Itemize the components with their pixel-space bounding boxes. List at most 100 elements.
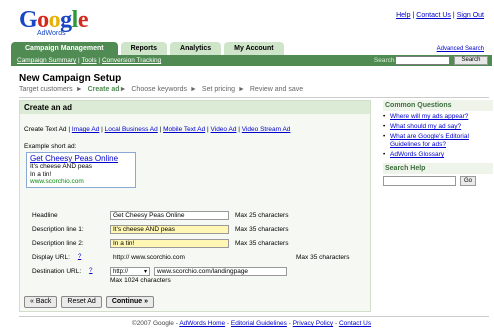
step-set-pricing: Set pricing [201,86,235,93]
logo-letter: G [19,7,38,33]
help-link[interactable]: Help [396,12,410,19]
tab-campaign-management[interactable]: Campaign Management [11,42,118,55]
description-line2-limit: Max 35 characters [235,240,289,247]
common-questions-heading: Common Questions [383,100,493,111]
ad-preview-title: Get Cheesy Peas Online [30,154,119,163]
list-item: • What should my ad say? [383,123,493,131]
example-ad-label: Example short ad: [24,143,77,150]
ad-preview-url: www.scorchio.com [30,178,84,185]
step-arrow: ► [190,86,197,93]
footer-divider [19,316,489,317]
ad-type-mobile-text-link[interactable]: Mobile Text Ad [163,126,205,133]
search-campaigns-button[interactable]: Search [454,56,488,65]
search-help-input[interactable] [383,176,456,186]
panel-heading: Create an ad [20,101,370,114]
ad-type-current: Create Text Ad [24,126,67,133]
destination-url-limit: Max 1024 characters [110,277,171,284]
page-title: New Campaign Setup [19,73,122,84]
step-choose-keywords: Choose keywords [131,86,188,93]
separator: | [412,12,415,19]
ad-preview-line2: In a tin! [30,170,52,178]
description-line2-input[interactable]: In a tin! [110,239,229,248]
destination-url-help-icon[interactable]: ? [89,268,92,275]
question-link[interactable]: Where will my ads appear? [390,113,468,121]
divider [19,97,489,98]
google-adwords-logo[interactable]: Google [19,7,89,33]
sign-out-link[interactable]: Sign Out [457,12,484,19]
question-link[interactable]: What should my ad say? [390,123,461,131]
search-help-heading: Search Help [383,163,493,174]
back-button[interactable]: « Back [24,296,58,308]
footer-copyright: ©2007 Google - [131,320,180,327]
description-line2-label: Description line 2: [32,240,84,247]
tab-reports[interactable]: Reports [120,42,168,55]
headline-input[interactable]: Get Cheesy Peas Online [110,211,229,220]
ad-type-video-link[interactable]: Video Ad [211,126,237,133]
footer-editorial-guidelines-link[interactable]: Editorial Guidelines [231,320,287,327]
ad-preview: Get Cheesy Peas Online It's cheese AND p… [26,152,136,188]
destination-url-input[interactable]: www.scorchio.com/landingpage [154,267,287,276]
tools-link[interactable]: Tools [81,57,96,64]
display-url-input[interactable]: http:// www.scorchio.com [110,253,290,262]
search-campaigns-input[interactable] [395,56,450,65]
headline-row: Headline Get Cheesy Peas Online Max 25 c… [32,211,288,220]
protocol-select-value: http:// [113,268,129,275]
help-sidebar: Common Questions • Where will my ads appe… [383,100,493,186]
contact-us-link[interactable]: Contact Us [416,12,451,19]
chevron-down-icon: ▾ [143,269,147,275]
setup-steps: Target customers ► Create ad► Choose keyw… [19,86,306,93]
footer: ©2007 Google - AdWords Home - Editorial … [9,320,494,327]
question-link[interactable]: AdWords Glossary [390,151,444,159]
destination-url-limit-row: Max 1024 characters [110,277,171,284]
description-line1-input[interactable]: It's cheese AND peas [110,225,229,234]
display-url-help-icon[interactable]: ? [78,254,81,261]
step-arrow: ► [75,86,83,93]
destination-url-label-wrap: Destination URL:? [32,268,110,275]
list-item: • What are Google's Editorial Guidelines … [383,133,493,149]
top-links: Help | Contact Us | Sign Out [396,12,484,19]
conversion-tracking-link[interactable]: Conversion Tracking [102,57,161,64]
continue-button[interactable]: Continue » [105,296,154,308]
ad-type-local-business-link[interactable]: Local Business Ad [105,126,158,133]
campaign-summary-link[interactable]: Campaign Summary [17,57,76,64]
logo-letter: e [77,7,89,33]
bullet-icon: • [383,133,386,140]
bullet-icon: • [383,123,386,130]
form-buttons: « Back Reset Ad Continue » [24,296,154,308]
reset-ad-button[interactable]: Reset Ad [61,296,102,308]
ad-preview-line1: It's cheese AND peas [30,163,92,170]
footer-privacy-policy-link[interactable]: Privacy Policy [293,320,333,327]
protocol-select[interactable]: http:// ▾ [110,267,150,276]
footer-contact-us-link[interactable]: Contact Us [339,320,371,327]
separator: | [452,12,455,19]
step-target-customers: Target customers [19,86,73,93]
description-line1-row: Description line 1: It's cheese AND peas… [32,225,288,234]
display-url-row: Display URL:? http:// www.scorchio.com M… [32,253,349,262]
search-help-form: Go [383,176,493,186]
advanced-search-link[interactable]: Advanced Search [437,46,484,52]
create-ad-panel: Create an ad Create Text Ad | Image Ad |… [19,100,371,312]
destination-url-label: Destination URL: [32,268,82,275]
bullet-icon: • [383,113,386,120]
headline-label: Headline [32,212,58,219]
list-item: • Where will my ads appear? [383,113,493,121]
page: Google AdWords Help | Contact Us | Sign Out … [9,0,494,328]
ad-type-video-stream-link[interactable]: Video Stream Ad [242,126,291,133]
list-item: • AdWords Glossary [383,151,493,159]
description-line2-row: Description line 2: In a tin! Max 35 cha… [32,239,288,248]
destination-url-row: Destination URL:? http:// ▾ www.scorchio.… [32,267,287,276]
search-help-go-button[interactable]: Go [460,176,476,186]
question-link[interactable]: What are Google's Editorial Guidelines f… [390,133,493,149]
footer-adwords-home-link[interactable]: AdWords Home [179,320,225,327]
subnav: Campaign Summary | Tools | Conversion Tr… [17,57,161,64]
description-line1-label: Description line 1: [32,226,84,233]
tab-my-account[interactable]: My Account [224,42,284,55]
bullet-icon: • [383,151,386,158]
display-url-limit: Max 35 characters [296,254,350,261]
display-url-label: Display URL: [32,254,70,261]
common-questions-list: • Where will my ads appear? • What should … [383,113,493,159]
ad-type-image-link[interactable]: Image Ad [72,126,99,133]
step-arrow: ► [237,86,245,93]
tab-analytics[interactable]: Analytics [170,42,222,55]
logo-subtitle: AdWords [37,30,66,37]
